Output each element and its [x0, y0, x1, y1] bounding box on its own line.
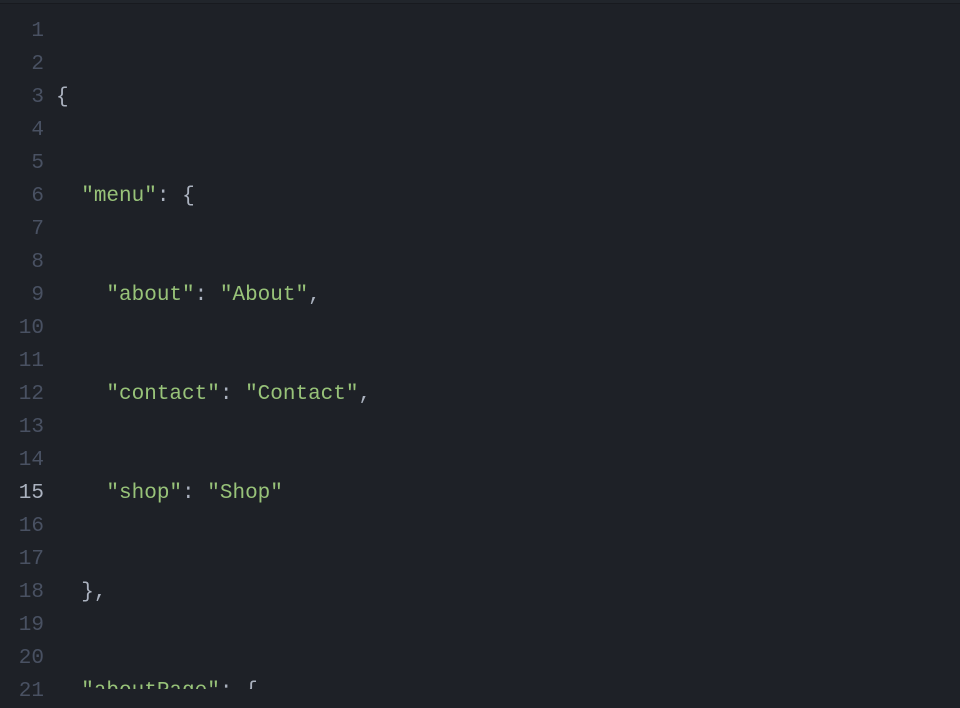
code-editor[interactable]: 1 2 3 4 5 6 7 8 9 10 11 12 13 14 15 16 1… — [0, 4, 960, 689]
line-number: 20 — [0, 642, 44, 675]
line-number: 13 — [0, 411, 44, 444]
line-number: 8 — [0, 246, 44, 279]
code-line[interactable]: "about": "About", — [56, 279, 960, 312]
line-number: 9 — [0, 279, 44, 312]
line-number: 3 — [0, 81, 44, 114]
line-number: 12 — [0, 378, 44, 411]
json-string: "About" — [220, 284, 308, 307]
json-key: "menu" — [81, 185, 157, 208]
line-number: 18 — [0, 576, 44, 609]
code-line[interactable]: "menu": { — [56, 180, 960, 213]
brace: { — [182, 185, 195, 208]
json-key: "contact" — [106, 383, 219, 406]
brace: { — [56, 86, 69, 109]
code-line[interactable]: "contact": "Contact", — [56, 378, 960, 411]
code-line[interactable]: "shop": "Shop" — [56, 477, 960, 510]
json-key: "about" — [106, 284, 194, 307]
code-area[interactable]: { "menu": { "about": "About", "contact":… — [52, 4, 960, 689]
line-number: 4 — [0, 114, 44, 147]
line-number: 6 — [0, 180, 44, 213]
json-string: "Contact" — [245, 383, 358, 406]
line-number: 16 — [0, 510, 44, 543]
brace: { — [245, 680, 258, 689]
line-number: 7 — [0, 213, 44, 246]
line-number: 21 — [0, 675, 44, 708]
line-number: 14 — [0, 444, 44, 477]
line-number: 17 — [0, 543, 44, 576]
code-line[interactable]: "aboutPage": { — [56, 675, 960, 689]
line-number: 11 — [0, 345, 44, 378]
code-line[interactable]: }, — [56, 576, 960, 609]
line-number: 15 — [0, 477, 44, 510]
code-line[interactable]: { — [56, 81, 960, 114]
json-string: "Shop" — [207, 482, 283, 505]
line-number: 5 — [0, 147, 44, 180]
line-number-gutter: 1 2 3 4 5 6 7 8 9 10 11 12 13 14 15 16 1… — [0, 4, 52, 689]
json-key: "shop" — [106, 482, 182, 505]
line-number: 10 — [0, 312, 44, 345]
line-number: 2 — [0, 48, 44, 81]
brace: } — [81, 581, 94, 604]
line-number: 1 — [0, 15, 44, 48]
line-number: 19 — [0, 609, 44, 642]
json-key: "aboutPage" — [81, 680, 220, 689]
